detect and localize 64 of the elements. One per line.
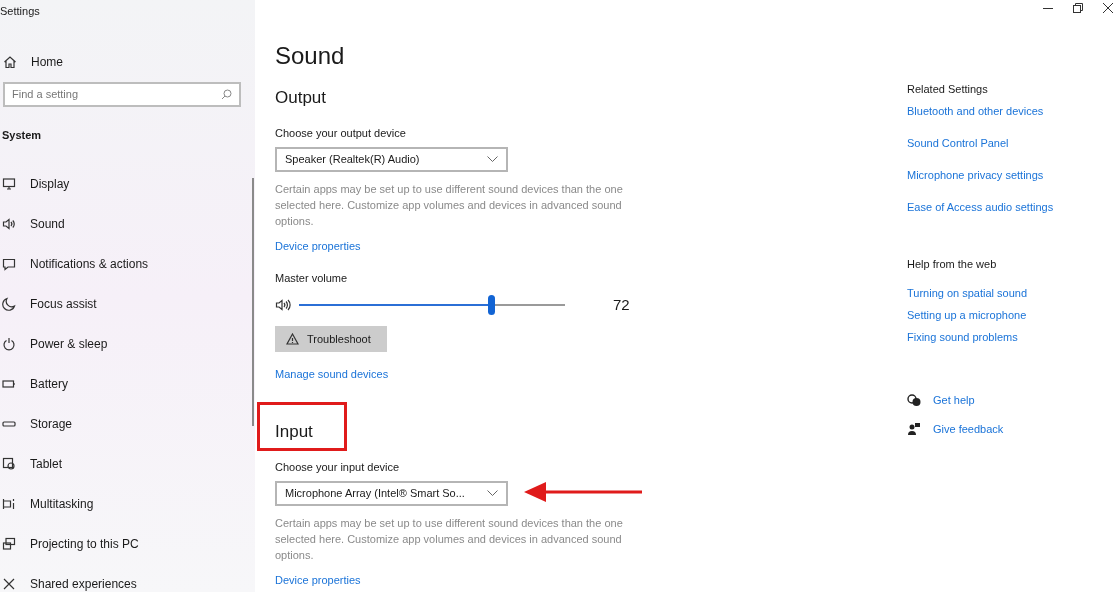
battery-icon (2, 377, 16, 391)
warning-icon (286, 333, 299, 345)
sidebar-item[interactable]: Projecting to this PC (30, 535, 139, 553)
chevron-down-icon (487, 490, 498, 497)
sidebar-item[interactable]: Shared experiences (30, 575, 137, 592)
scrollbar[interactable] (252, 178, 254, 426)
speaker-icon (2, 217, 16, 231)
sidebar-item[interactable]: Power & sleep (30, 335, 108, 353)
sidebar-item[interactable]: Focus assist (30, 295, 97, 313)
volume-value: 72 (613, 294, 630, 315)
window-title: Settings (0, 4, 41, 19)
section-heading: Help from the web (907, 257, 998, 271)
section-heading: System (1, 127, 43, 143)
troubleshoot-button[interactable]: Troubleshoot (275, 326, 387, 352)
projecting-icon (2, 537, 16, 551)
person-feedback-icon (907, 421, 921, 436)
link[interactable]: Get help (933, 392, 975, 409)
home-icon (3, 54, 17, 69)
field-label: Choose your output device (275, 126, 407, 140)
link[interactable]: Ease of Access audio settings (907, 200, 1054, 214)
sidebar-item[interactable]: Notifications & actions (30, 255, 149, 273)
link[interactable]: Device properties (275, 239, 361, 253)
link[interactable]: Bluetooth and other devices (907, 104, 1044, 118)
sidebar-item[interactable]: Tablet (30, 455, 63, 473)
link[interactable]: Sound Control Panel (907, 136, 1009, 150)
moon-icon (2, 297, 16, 311)
section-heading: Related Settings (907, 82, 989, 96)
multitasking-icon (2, 497, 16, 511)
device-dropdown[interactable]: Microphone Array (Intel® Smart So... (275, 481, 508, 506)
power-icon (2, 337, 16, 351)
search-icon (221, 88, 232, 100)
link[interactable]: Device properties (275, 573, 361, 587)
description-text: Certain apps may be set up to use different sound devices than the one selected here. Customize app volumes and devices in advanced sound options. (275, 182, 624, 229)
sidebar-item[interactable]: Storage (30, 415, 73, 433)
field-label: Choose your input device (275, 460, 401, 474)
monitor-icon (2, 177, 16, 191)
cross-icon (2, 577, 16, 591)
section-heading: Output (275, 87, 328, 109)
slider-thumb[interactable] (487, 295, 495, 315)
description-text: Certain apps may be set up to use different sound devices than the one selected here. Customize app volumes and devices in advanced sound options. (275, 516, 624, 563)
device-dropdown[interactable]: Speaker (Realtek(R) Audio) (275, 147, 508, 172)
sidebar-item[interactable]: Battery (30, 375, 68, 393)
speaker-icon (275, 298, 293, 312)
search-field[interactable]: Find a setting (3, 81, 241, 107)
restore-icon[interactable] (1073, 3, 1083, 13)
section-heading: Input (275, 421, 314, 443)
sidebar-item[interactable]: Sound (30, 215, 65, 233)
page-title: Sound (275, 42, 346, 70)
field-label: Master volume (275, 271, 349, 285)
tablet-icon (2, 457, 16, 471)
home-link[interactable]: Home (31, 52, 63, 71)
close-icon[interactable] (1103, 3, 1113, 13)
link[interactable]: Turning on spatial sound (907, 286, 1028, 300)
sidebar-item[interactable]: Multitasking (30, 495, 94, 513)
message-icon (2, 257, 16, 271)
chat-help-icon (907, 393, 921, 407)
volume-slider[interactable] (299, 295, 565, 315)
link[interactable]: Manage sound devices (275, 367, 389, 381)
link[interactable]: Setting up a microphone (907, 308, 1027, 322)
link[interactable]: Fixing sound problems (907, 330, 1018, 344)
link[interactable]: Microphone privacy settings (907, 168, 1044, 182)
link[interactable]: Give feedback (933, 420, 1004, 437)
chevron-down-icon (487, 156, 498, 163)
sidebar-item[interactable]: Display (30, 175, 70, 193)
